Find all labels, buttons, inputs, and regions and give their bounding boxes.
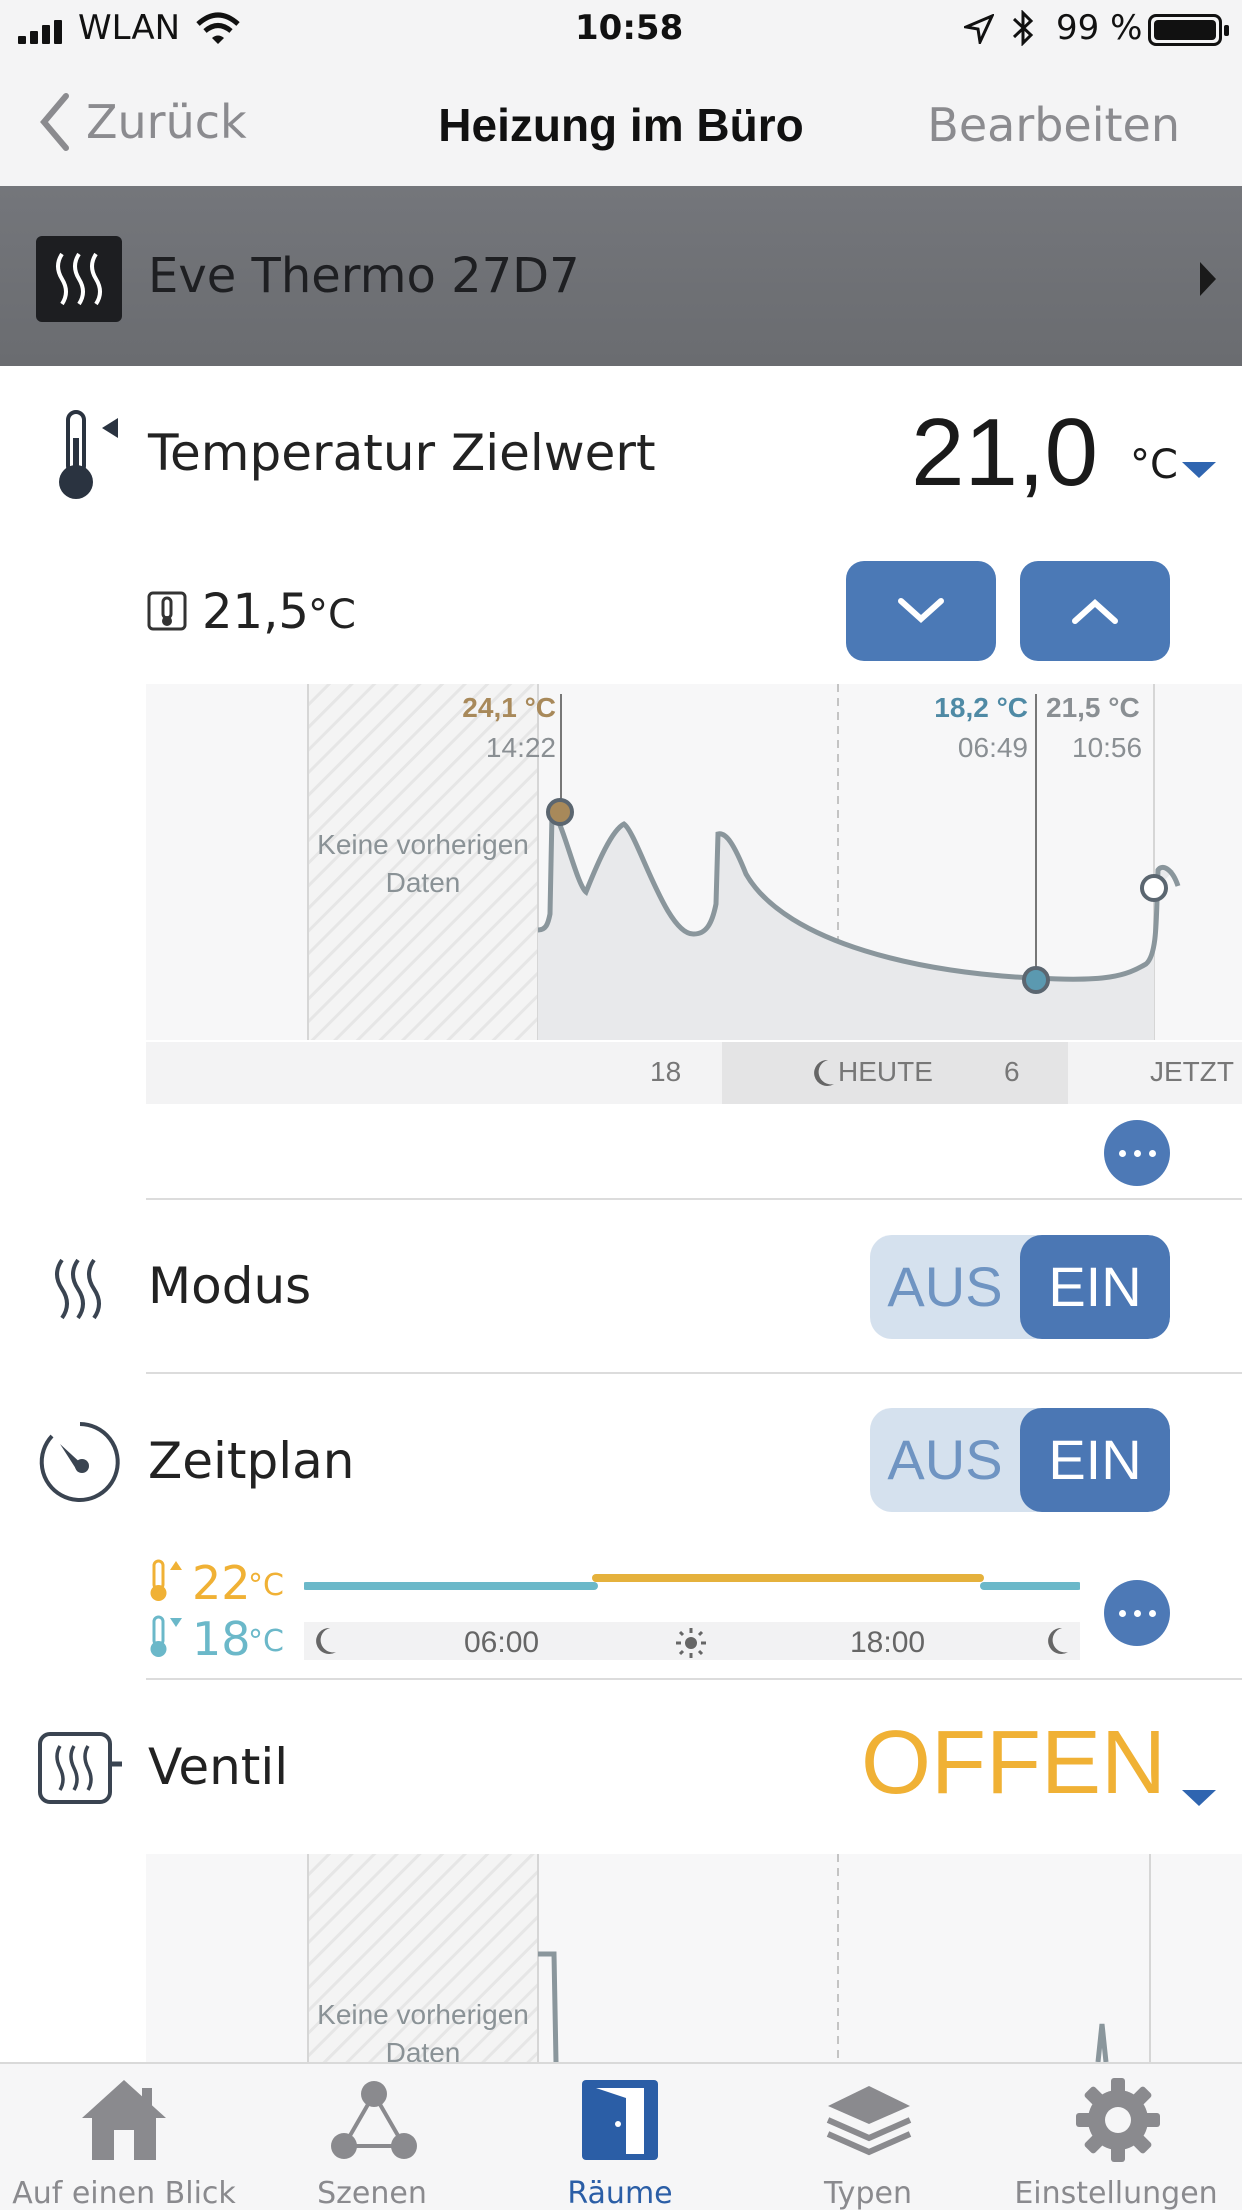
ventil-value: OFFEN	[861, 1713, 1166, 1813]
zeitplan-on-option[interactable]: EIN	[1020, 1408, 1170, 1512]
min-temp-time: 06:49	[957, 732, 1028, 763]
temp-more-button[interactable]	[1104, 1120, 1170, 1186]
tab-bar: Auf einen Blick Szenen Räume Typen Einst…	[0, 2062, 1242, 2211]
disclosure-arrow-icon	[1200, 262, 1216, 296]
valve-no-data-line-1: Keine vorherigen	[317, 1999, 529, 2030]
tab-scenes[interactable]: Szenen	[248, 2064, 496, 2211]
tab-label: Räume	[567, 2176, 673, 2211]
target-temp-value: 21,0	[911, 399, 1098, 506]
no-data-line-2: Daten	[385, 867, 461, 898]
axis-label-today: HEUTE	[838, 1056, 933, 1087]
tab-label: Szenen	[317, 2176, 427, 2211]
schedule-high-unit: °C	[248, 1568, 284, 1603]
battery-icon	[1148, 14, 1229, 46]
ventil-value-row[interactable]: OFFEN	[861, 1712, 1230, 1822]
axis-label-now: JETZT	[1150, 1056, 1234, 1087]
door-icon	[582, 2080, 658, 2160]
edit-button[interactable]: Bearbeiten	[927, 98, 1180, 152]
temp-increase-button[interactable]	[1020, 561, 1170, 661]
min-temp-label: 18,2 °C	[934, 692, 1028, 723]
target-temp-value-row[interactable]: 21,0 °C	[911, 398, 1220, 508]
radiator-thermometer-icon	[147, 591, 187, 631]
temperature-history-chart[interactable]: Keine vorherigen Daten 24,1 °C 14:22 18,…	[146, 684, 1242, 1104]
chevron-down-icon	[1182, 1790, 1216, 1806]
thermometer-down-icon	[150, 1615, 182, 1657]
scenes-icon	[331, 2081, 417, 2159]
schedule-low-unit: °C	[248, 1624, 284, 1659]
zeitplan-label: Zeitplan	[148, 1432, 355, 1490]
signal-icon	[18, 20, 62, 44]
wifi-icon	[196, 12, 240, 44]
valve-history-chart[interactable]: Keine vorherigen Daten	[146, 1854, 1242, 2062]
navigation-bar: Zurück Heizung im Büro Bearbeiten	[0, 62, 1242, 186]
min-temp-marker	[1022, 966, 1050, 994]
clock: 10:58	[575, 8, 684, 48]
zeitplan-off-option[interactable]: AUS	[870, 1408, 1020, 1512]
max-temp-time: 14:22	[485, 732, 556, 763]
tab-label: Auf einen Blick	[12, 2176, 236, 2211]
no-data-line-1: Keine vorherigen	[317, 829, 529, 860]
schedule-time-1: 06:00	[464, 1626, 540, 1659]
modus-off-option[interactable]: AUS	[870, 1235, 1020, 1339]
moon-icon	[316, 1627, 336, 1654]
battery-percent: 99 %	[1056, 8, 1143, 48]
current-temp-unit: °C	[308, 592, 356, 638]
schedule-more-button[interactable]	[1104, 1580, 1170, 1646]
target-temp-label: Temperatur Zielwert	[148, 424, 656, 482]
tab-rooms[interactable]: Räume	[496, 2064, 744, 2211]
heat-waves-icon	[55, 1258, 101, 1320]
gear-icon	[1076, 2078, 1160, 2162]
thermometer-icon	[59, 410, 118, 499]
axis-label-18: 18	[650, 1056, 682, 1087]
schedule-high-temp: 22	[192, 1556, 251, 1610]
sun-icon	[676, 1628, 706, 1658]
house-icon	[82, 2080, 166, 2160]
tab-at-a-glance[interactable]: Auf einen Blick	[0, 2064, 248, 2211]
tab-label: Typen	[824, 2176, 912, 2211]
axis-label-6: 6	[1004, 1056, 1020, 1087]
modus-on-option[interactable]: EIN	[1020, 1235, 1170, 1339]
tab-settings[interactable]: Einstellungen	[992, 2064, 1240, 2211]
zeitplan-toggle[interactable]: AUS EIN	[870, 1408, 1170, 1512]
location-icon	[964, 14, 994, 44]
modus-label: Modus	[148, 1257, 312, 1315]
target-temp-unit: °C	[1130, 442, 1178, 488]
temp-decrease-button[interactable]	[846, 561, 996, 661]
divider	[146, 1678, 1242, 1680]
schedule-time-2: 18:00	[850, 1626, 926, 1659]
valve-no-data-line-2: Daten	[385, 2037, 461, 2062]
heater-icon	[36, 236, 122, 322]
no-data-label: Keine vorherigen Daten	[308, 826, 538, 902]
moon-icon	[814, 1059, 834, 1086]
radiator-valve-icon	[38, 1732, 122, 1804]
schedule-low-temp: 18	[192, 1612, 251, 1666]
thermometer-up-icon	[150, 1559, 182, 1601]
status-bar: WLAN 10:58 99 %	[0, 0, 1242, 62]
accessory-header[interactable]: Eve Thermo 27D7	[0, 186, 1242, 366]
chevron-down-icon	[898, 598, 944, 624]
schedule-timeline[interactable]: 06:00 18:00	[304, 1566, 1080, 1660]
tab-types[interactable]: Typen	[744, 2064, 992, 2211]
moon-icon	[1048, 1627, 1068, 1654]
carrier-label: WLAN	[78, 8, 181, 48]
chevron-up-icon	[1072, 598, 1118, 624]
now-temp-label: 21,5 °C	[1046, 692, 1140, 723]
divider	[146, 1372, 1242, 1374]
valve-no-data-label: Keine vorherigen Daten	[308, 1996, 538, 2062]
layers-icon	[826, 2086, 912, 2156]
chevron-down-icon	[1182, 462, 1216, 478]
accessory-name: Eve Thermo 27D7	[148, 248, 580, 304]
modus-toggle[interactable]: AUS EIN	[870, 1235, 1170, 1339]
tab-label: Einstellungen	[1014, 2176, 1218, 2211]
max-temp-marker	[546, 798, 574, 826]
divider	[146, 1198, 1242, 1200]
now-temp-marker	[1140, 874, 1168, 902]
ventil-label: Ventil	[148, 1738, 289, 1796]
current-temp-value: 21,5	[202, 584, 309, 640]
bluetooth-icon	[1012, 10, 1034, 46]
now-temp-time: 10:56	[1072, 732, 1143, 763]
schedule-icon	[39, 1422, 120, 1502]
max-temp-label: 24,1 °C	[462, 692, 556, 723]
